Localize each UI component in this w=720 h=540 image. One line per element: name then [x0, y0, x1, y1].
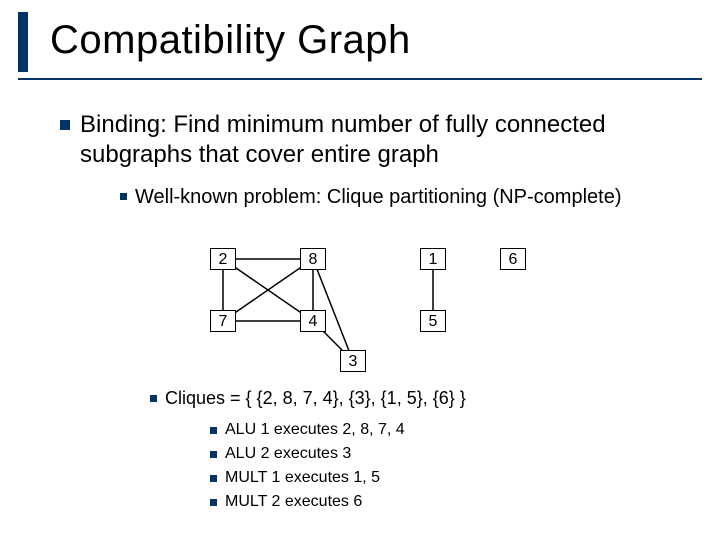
square-bullet-icon: [120, 193, 127, 200]
assign-text: MULT 2 executes 6: [225, 490, 362, 514]
cliques-text: Cliques = { {2, 8, 7, 4}, {3}, {1, 5}, {…: [165, 388, 466, 409]
list-item: MULT 2 executes 6: [210, 490, 405, 514]
graph-node-7: 7: [210, 310, 236, 332]
graph-node-3: 3: [340, 350, 366, 372]
list-item: ALU 2 executes 3: [210, 442, 405, 466]
assignments-list: ALU 1 executes 2, 8, 7, 4 ALU 2 executes…: [210, 418, 405, 514]
slide-title: Compatibility Graph: [50, 18, 411, 63]
square-bullet-icon: [210, 451, 217, 458]
assign-text: ALU 1 executes 2, 8, 7, 4: [225, 418, 405, 442]
title-underline: [18, 78, 702, 80]
bullet-level2: Well-known problem: Clique partitioning …: [120, 185, 670, 210]
bullet-level1: Binding: Find minimum number of fully co…: [60, 110, 670, 170]
graph-node-4: 4: [300, 310, 326, 332]
title-accent: [18, 12, 28, 72]
square-bullet-icon: [210, 499, 217, 506]
square-bullet-icon: [150, 395, 157, 402]
graph-node-5: 5: [420, 310, 446, 332]
bullet-main-text: Binding: Find minimum number of fully co…: [80, 110, 670, 170]
graph-node-8: 8: [300, 248, 326, 270]
bullet-sub-text: Well-known problem: Clique partitioning …: [135, 185, 622, 210]
graph-node-1: 1: [420, 248, 446, 270]
graph-edges-svg: [190, 240, 550, 380]
graph-node-2: 2: [210, 248, 236, 270]
square-bullet-icon: [60, 120, 70, 130]
list-item: ALU 1 executes 2, 8, 7, 4: [210, 418, 405, 442]
assign-text: MULT 1 executes 1, 5: [225, 466, 380, 490]
bullet-cliques: Cliques = { {2, 8, 7, 4}, {3}, {1, 5}, {…: [150, 388, 670, 409]
compatibility-graph: 2 8 7 43 1 5 6: [190, 240, 550, 380]
slide: Compatibility Graph Binding: Find minimu…: [0, 0, 720, 540]
list-item: MULT 1 executes 1, 5: [210, 466, 405, 490]
square-bullet-icon: [210, 475, 217, 482]
graph-node-6: 6: [500, 248, 526, 270]
square-bullet-icon: [210, 427, 217, 434]
assign-text: ALU 2 executes 3: [225, 442, 351, 466]
